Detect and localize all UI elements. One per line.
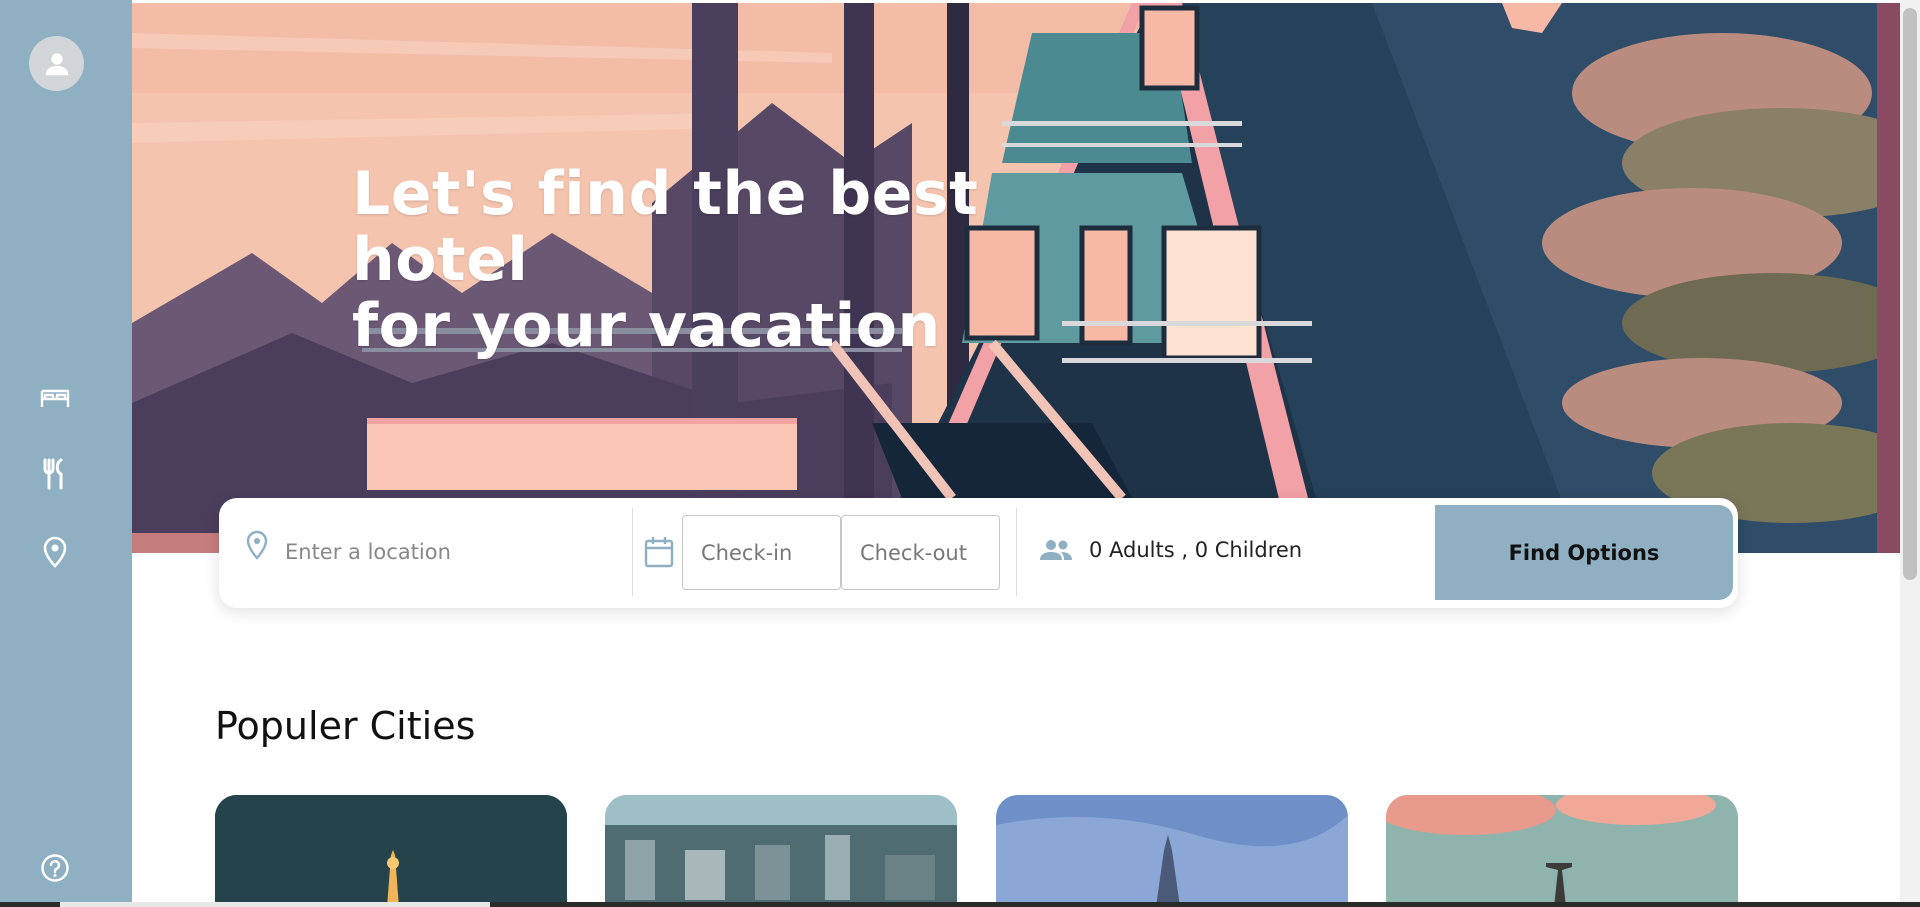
city-card[interactable] — [605, 795, 957, 907]
city-image — [605, 795, 957, 907]
location-icon — [246, 530, 268, 560]
hero-title: Let's find the best hotel for your vacat… — [352, 161, 1112, 359]
hero-banner: Let's find the best hotel for your vacat… — [132, 3, 1900, 553]
find-options-button[interactable]: Find Options — [1435, 505, 1733, 600]
calendar-icon — [644, 537, 674, 568]
city-image — [996, 795, 1348, 907]
city-card[interactable] — [996, 795, 1348, 907]
restaurants-nav-button[interactable] — [34, 453, 76, 495]
help-button[interactable] — [34, 847, 76, 889]
help-icon — [41, 854, 69, 882]
hotels-nav-button[interactable] — [34, 377, 76, 419]
city-image — [1386, 795, 1738, 907]
search-bar: 0 Adults , 0 Children Find Options — [219, 498, 1738, 608]
hero-title-line-1: Let's find the best hotel — [352, 159, 979, 295]
checkout-input[interactable] — [841, 515, 1000, 590]
hero-title-line-2: for your vacation — [352, 291, 941, 361]
user-icon — [45, 52, 68, 75]
sidebar — [0, 0, 132, 907]
city-card[interactable] — [1386, 795, 1738, 907]
checkin-input[interactable] — [682, 515, 841, 590]
section-title: Populer Cities — [215, 704, 476, 748]
bottom-edge — [0, 902, 1920, 907]
location-input[interactable] — [285, 534, 615, 570]
scrollbar[interactable] — [1900, 0, 1920, 907]
city-image — [215, 795, 567, 907]
divider — [632, 508, 633, 596]
user-avatar[interactable] — [29, 36, 84, 91]
location-pin-icon — [43, 536, 67, 568]
scrollbar-thumb[interactable] — [1903, 8, 1917, 580]
guests-selector[interactable]: 0 Adults , 0 Children — [1089, 538, 1302, 562]
divider — [1016, 508, 1017, 596]
bed-icon — [40, 389, 70, 407]
places-nav-button[interactable] — [34, 531, 76, 573]
guests-icon — [1040, 540, 1072, 560]
city-card[interactable] — [215, 795, 567, 907]
restaurant-icon — [43, 458, 63, 490]
